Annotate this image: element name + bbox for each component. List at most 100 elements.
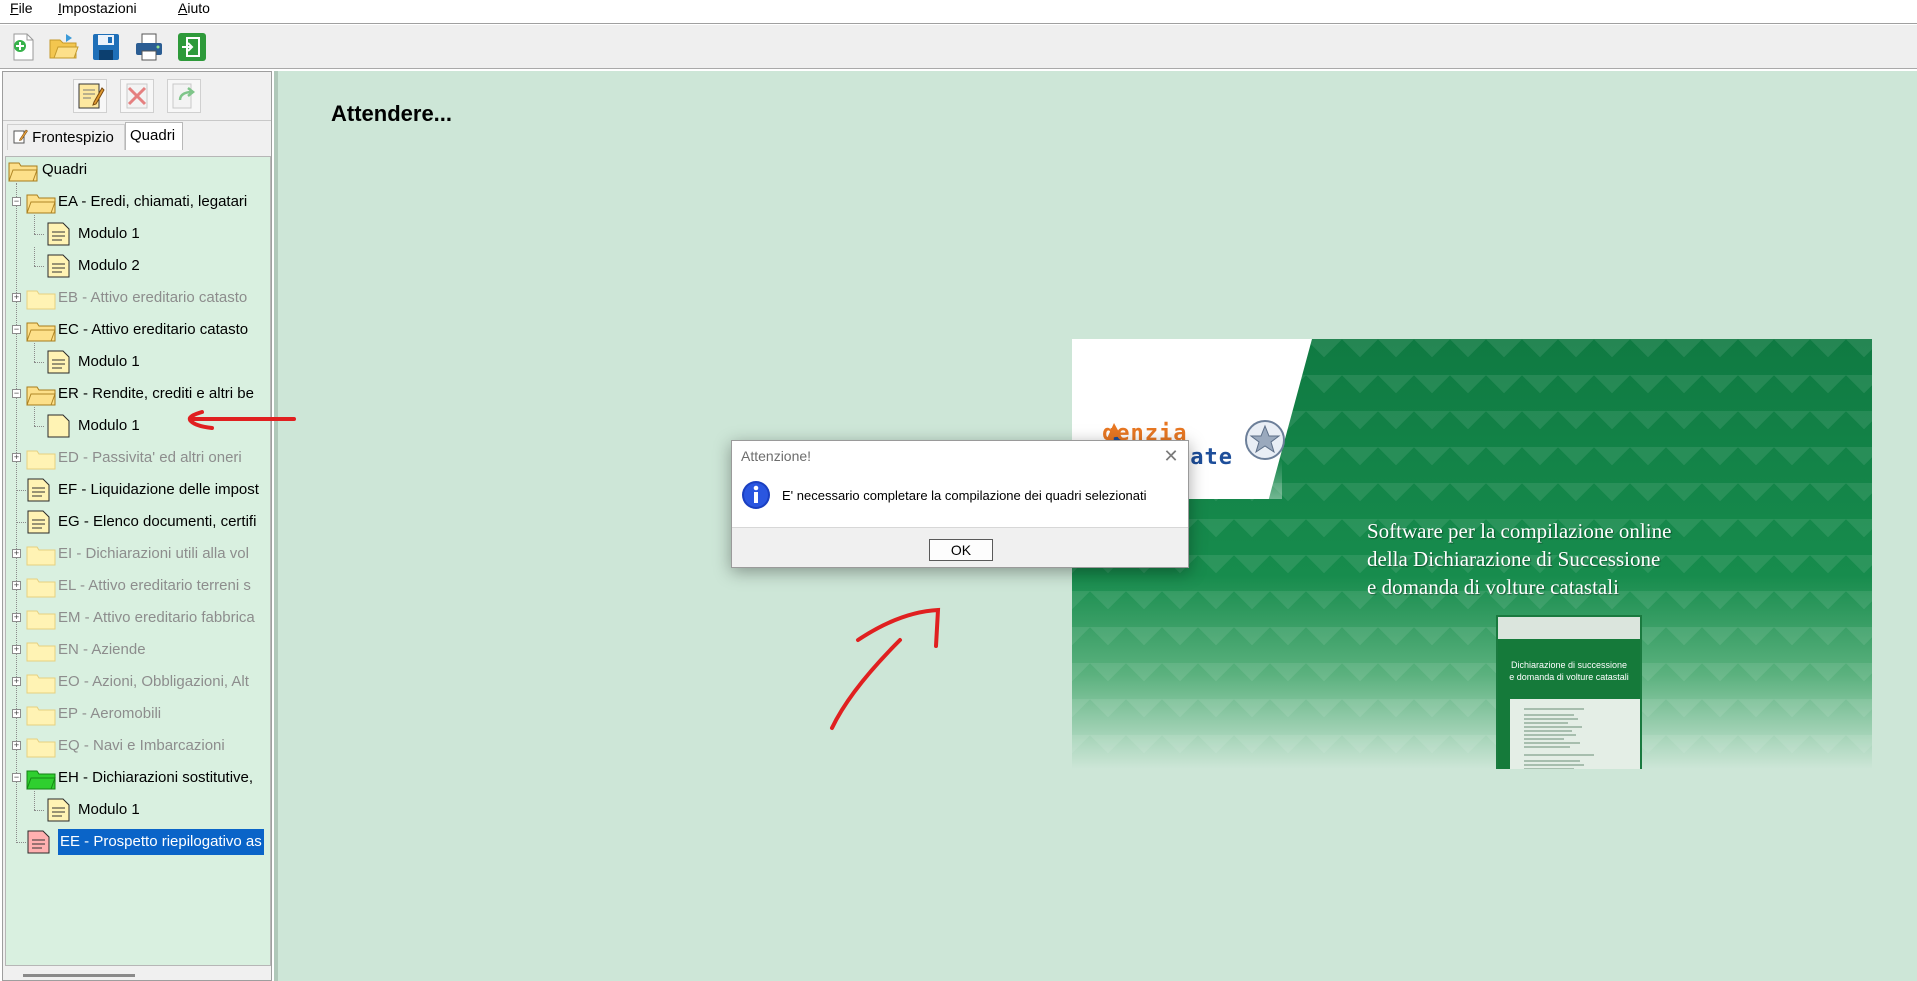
tree-item-label: EM - Attivo ereditario fabbrica — [58, 609, 255, 626]
delete-icon[interactable] — [120, 79, 154, 113]
document-icon — [46, 350, 72, 374]
tree-branch-line — [34, 234, 44, 235]
document-icon — [26, 510, 52, 534]
document-red-icon — [26, 830, 52, 854]
annotation-arrow-left — [187, 410, 296, 430]
horizontal-scrollbar[interactable] — [23, 974, 135, 977]
collapse-icon[interactable]: − — [12, 773, 21, 782]
left-pane: Frontespizio Quadri Quadri − EA - Eredi, c… — [2, 71, 272, 981]
expand-icon[interactable]: + — [12, 453, 21, 462]
collapse-icon[interactable]: − — [12, 325, 21, 334]
tree-item-label: EB - Attivo ereditario catasto — [58, 289, 248, 306]
folder-closed-icon — [26, 704, 56, 726]
collapse-icon[interactable]: − — [12, 389, 21, 398]
folder-open-icon — [26, 384, 56, 406]
tree-quadro-item[interactable]: − EA - Eredi, chiamati, legatari — [6, 189, 270, 215]
tree-item-label: EG - Elenco documenti, certifi — [58, 513, 257, 530]
dialog-body: E' necessario completare la compilazione… — [732, 471, 1188, 527]
booklet-header — [1498, 617, 1640, 639]
tree-branch-line — [34, 426, 44, 427]
tree-quadro-item[interactable]: + ED - Passivita' ed altri oneri — [6, 445, 270, 471]
expand-icon[interactable]: + — [12, 293, 21, 302]
tab-frontespizio[interactable]: Frontespizio — [7, 124, 125, 150]
tree-quadro-item[interactable]: + EL - Attivo ereditario terreni s — [6, 573, 270, 599]
tree-module-item[interactable]: Modulo 2 — [6, 247, 270, 279]
close-icon[interactable]: ✕ — [1160, 445, 1182, 467]
booklet-text-lines — [1524, 708, 1594, 769]
tree-item-label: Modulo 2 — [78, 257, 140, 274]
expand-icon[interactable]: + — [12, 741, 21, 750]
tree-module-item[interactable]: Modulo 1 — [6, 343, 270, 375]
tree-branch-line — [34, 791, 35, 810]
tree-branch-line — [16, 842, 26, 843]
save-icon[interactable] — [91, 32, 121, 62]
menu-impostazioni[interactable]: Impostazioni — [58, 0, 137, 16]
menu-aiuto[interactable]: Aiuto — [178, 0, 210, 16]
tree-quadro-item[interactable]: + EB - Attivo ereditario catasto — [6, 285, 270, 311]
tree-item-label: EF - Liquidazione delle impost — [58, 481, 259, 498]
splash-title-line-1: Software per la compilazione online — [1367, 519, 1672, 543]
ok-button[interactable]: OK — [929, 539, 993, 561]
tab-quadri[interactable]: Quadri — [125, 122, 183, 150]
document-icon — [46, 222, 72, 246]
tree-item-label: EH - Dichiarazioni sostitutive, — [58, 769, 254, 786]
tree-item-label: EO - Azioni, Obbligazioni, Alt — [58, 673, 249, 690]
folder-green-icon — [26, 768, 56, 790]
dialog-title: Attenzione! — [741, 448, 812, 464]
tab-bar: Frontespizio Quadri — [3, 122, 271, 150]
tree-quadro-item[interactable]: + EO - Azioni, Obbligazioni, Alt — [6, 669, 270, 695]
tree-quadro-item[interactable]: EG - Elenco documenti, certifi — [6, 509, 270, 535]
folder-closed-icon — [26, 448, 56, 470]
folder-closed-icon — [26, 288, 56, 310]
left-toolbar — [3, 72, 271, 121]
folder-open-icon — [26, 320, 56, 342]
tree-item-label: Modulo 1 — [78, 417, 140, 434]
expand-icon[interactable]: + — [12, 645, 21, 654]
folder-closed-icon — [26, 608, 56, 630]
tree-quadro-item[interactable]: + EP - Aeromobili — [6, 701, 270, 727]
expand-icon[interactable]: + — [12, 581, 21, 590]
print-icon[interactable] — [134, 32, 164, 62]
document-icon — [46, 798, 72, 822]
tree-module-item[interactable]: Modulo 1 — [6, 215, 270, 247]
exit-icon[interactable] — [177, 32, 207, 62]
warning-dialog: Attenzione! ✕ E' necessario completare l… — [731, 440, 1189, 568]
tree-quadro-item[interactable]: EE - Prospetto riepilogativo as — [6, 829, 270, 855]
tree-item-label: EL - Attivo ereditario terreni s — [58, 577, 251, 594]
expand-icon[interactable]: + — [12, 709, 21, 718]
tree-branch-line — [34, 407, 35, 426]
info-icon — [742, 481, 770, 509]
tree-quadro-item[interactable]: EF - Liquidazione delle impost — [6, 477, 270, 503]
folder-closed-icon — [26, 576, 56, 598]
tree-quadro-item[interactable]: + EN - Aziende — [6, 637, 270, 663]
folder-closed-icon — [26, 736, 56, 758]
tree-item-label: EN - Aziende — [58, 641, 146, 658]
tree-branch-line — [16, 522, 26, 523]
edit-icon[interactable] — [73, 79, 107, 113]
expand-icon[interactable]: + — [12, 613, 21, 622]
tree-branch-line — [34, 215, 35, 234]
expand-icon[interactable]: + — [12, 549, 21, 558]
document-icon — [46, 254, 72, 278]
tree-quadro-item[interactable]: + EQ - Navi e Imbarcazioni — [6, 733, 270, 759]
tree-root-label: Quadri — [42, 161, 88, 178]
tree-item-label: Modulo 1 — [78, 801, 140, 818]
tree-item-label: EQ - Navi e Imbarcazioni — [58, 737, 225, 754]
new-icon[interactable] — [8, 32, 38, 62]
booklet-title-line-1: Dichiarazione di successione — [1510, 660, 1628, 670]
menu-file[interactable]: File — [10, 0, 33, 16]
booklet-cover: Dichiarazione di successione e domanda d… — [1496, 615, 1642, 769]
tree-item-label: EE - Prospetto riepilogativo as — [58, 829, 264, 855]
tree-item-label: EC - Attivo ereditario catasto — [58, 321, 249, 338]
tree-quadro-item[interactable]: + EM - Attivo ereditario fabbrica — [6, 605, 270, 631]
collapse-icon[interactable]: − — [12, 197, 21, 206]
export-icon[interactable] — [167, 79, 201, 113]
tree-quadro-item[interactable]: − EC - Attivo ereditario catasto — [6, 317, 270, 343]
tree-item-label: Modulo 1 — [78, 353, 140, 370]
tree-quadro-item[interactable]: − EH - Dichiarazioni sostitutive, — [6, 765, 270, 791]
tree-module-item[interactable]: Modulo 1 — [6, 791, 270, 823]
expand-icon[interactable]: + — [12, 677, 21, 686]
open-folder-icon[interactable] — [48, 32, 79, 62]
splash-title-line-2: della Dichiarazione di Successione — [1367, 547, 1661, 571]
tree-quadro-item[interactable]: + EI - Dichiarazioni utili alla vol — [6, 541, 270, 567]
